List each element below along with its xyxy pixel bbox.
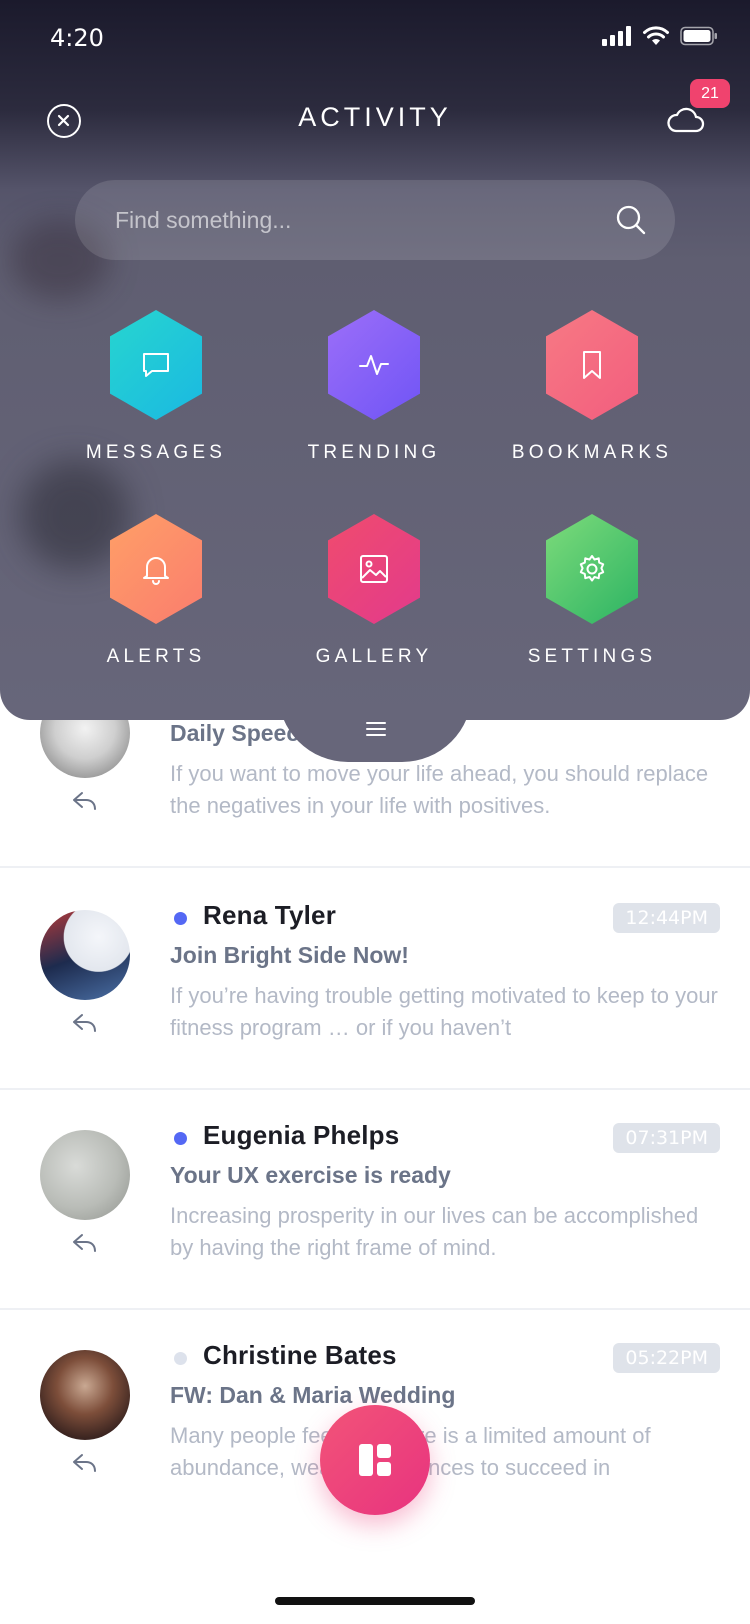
bookmark-icon (583, 351, 601, 379)
dashboard-icon (359, 1444, 391, 1476)
list-item[interactable]: Rena Tyler 12:44PM Join Bright Side Now!… (0, 870, 750, 1090)
reply-icon[interactable] (72, 790, 98, 812)
search-bar[interactable] (75, 180, 675, 260)
menu-label: ALERTS (106, 646, 206, 667)
sender-name: Eugenia Phelps (203, 1120, 400, 1150)
unread-dot (174, 1132, 187, 1145)
avatar[interactable] (40, 1350, 130, 1440)
wifi-icon (643, 26, 669, 45)
message-subject: Join Bright Side Now! (170, 942, 409, 968)
timestamp-badge: 12:44PM (613, 903, 720, 933)
reply-icon[interactable] (72, 1452, 98, 1474)
menu-label: TRENDING (307, 442, 441, 463)
signal-icon (602, 26, 631, 46)
menu-item-bookmarks[interactable]: BOOKMARKS (502, 310, 682, 464)
activity-icon (359, 355, 389, 375)
compose-fab[interactable] (320, 1405, 430, 1515)
message-preview: If you want to move your life ahead, you… (170, 761, 709, 818)
avatar[interactable] (40, 1130, 130, 1220)
menu-item-settings[interactable]: SETTINGS (502, 514, 682, 668)
battery-icon (680, 26, 717, 46)
menu-handle-icon[interactable] (366, 722, 386, 736)
read-dot (174, 1352, 187, 1365)
menu-label: BOOKMARKS (511, 442, 673, 463)
sender-name: Rena Tyler (203, 900, 337, 930)
reply-icon[interactable] (72, 1232, 98, 1254)
sender-name: Christine Bates (203, 1340, 397, 1370)
menu-item-gallery[interactable]: GALLERY (284, 514, 464, 668)
home-indicator (275, 1597, 475, 1605)
timestamp-badge: 07:31PM (613, 1123, 720, 1153)
menu-item-trending[interactable]: TRENDING (284, 310, 464, 464)
status-icons (602, 26, 718, 46)
list-item[interactable]: Eugenia Phelps 07:31PM Your UX exercise … (0, 1090, 750, 1310)
search-input[interactable] (115, 180, 585, 260)
menu-label: GALLERY (315, 646, 433, 667)
gear-icon (579, 555, 605, 582)
timestamp-badge: 05:22PM (613, 1343, 720, 1373)
image-icon (360, 555, 388, 583)
menu-label: SETTINGS (527, 646, 657, 667)
menu-item-alerts[interactable]: ALERTS (66, 514, 246, 668)
unread-dot (174, 912, 187, 925)
status-time: 4:20 (50, 24, 104, 52)
activity-panel: 4:20 ACTIVITY 21 Find something... MESSA… (0, 0, 750, 720)
message-preview: Many people feel that there is a limited… (170, 1423, 651, 1480)
message-subject: Your UX exercise is ready (170, 1162, 451, 1188)
cloud-icon[interactable] (665, 104, 705, 136)
message-preview: If you’re having trouble getting motivat… (170, 983, 718, 1040)
reply-icon[interactable] (72, 1012, 98, 1034)
notification-badge: 21 (690, 79, 730, 108)
search-icon[interactable] (615, 204, 647, 236)
menu-item-messages[interactable]: MESSAGES (66, 310, 246, 464)
message-preview: Increasing prosperity in our lives can b… (170, 1203, 699, 1260)
page-title: ACTIVITY (298, 102, 452, 132)
menu-label: MESSAGES (85, 442, 227, 463)
message-icon (143, 353, 169, 377)
bell-icon (143, 557, 169, 585)
avatar[interactable] (40, 910, 130, 1000)
message-subject: FW: Dan & Maria Wedding (170, 1382, 456, 1408)
